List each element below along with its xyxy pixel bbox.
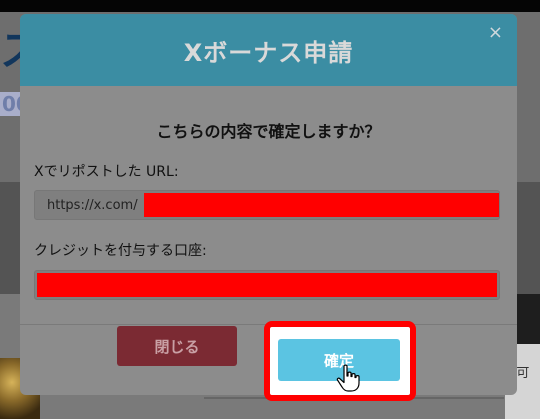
background-top-bar: [0, 0, 540, 12]
close-icon[interactable]: ×: [488, 24, 503, 42]
modal-header: Xボーナス申請: [20, 14, 517, 86]
credit-account-label: クレジットを付与する口座:: [34, 243, 207, 259]
credit-account-field: [34, 270, 500, 300]
repost-url-field: https://x.com/: [34, 190, 500, 220]
repost-url-value: https://x.com/: [47, 198, 138, 213]
repost-url-label: Xでリポストした URL:: [34, 164, 179, 180]
modal-title: Xボーナス申請: [183, 38, 354, 67]
confirm-question: こちらの内容で確定しますか？: [156, 122, 381, 141]
close-button[interactable]: 閉じる: [117, 326, 237, 366]
confirm-button[interactable]: 確定: [278, 339, 400, 381]
redaction-box: [144, 193, 499, 217]
redaction-box: [37, 273, 497, 297]
